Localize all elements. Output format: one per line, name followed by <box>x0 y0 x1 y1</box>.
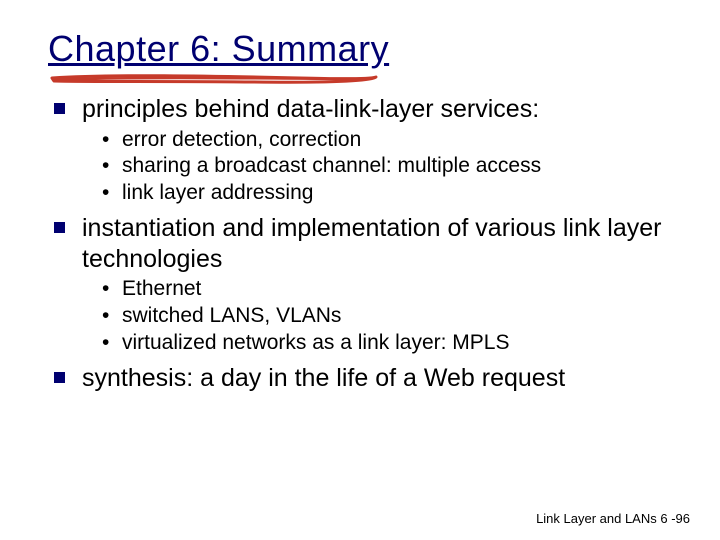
list-item: error detection, correction <box>102 127 672 154</box>
sub-list: error detection, correction sharing a br… <box>82 127 672 208</box>
sub-bullet-text: switched LANS, VLANs <box>122 304 341 327</box>
list-item: Ethernet <box>102 276 672 303</box>
bullet-text: principles behind data-link-layer servic… <box>82 95 539 123</box>
sub-bullet-text: link layer addressing <box>122 181 313 204</box>
bullet-list: principles behind data-link-layer servic… <box>48 94 672 393</box>
list-item: virtualized networks as a link layer: MP… <box>102 330 672 357</box>
list-item: instantiation and implementation of vari… <box>48 213 672 357</box>
slide-content: principles behind data-link-layer servic… <box>48 94 672 393</box>
list-item: principles behind data-link-layer servic… <box>48 94 672 207</box>
bullet-text: synthesis: a day in the life of a Web re… <box>82 364 565 392</box>
sub-list: Ethernet switched LANS, VLANs virtualize… <box>82 276 672 357</box>
list-item: sharing a broadcast channel: multiple ac… <box>102 153 672 180</box>
sub-bullet-text: Ethernet <box>122 277 201 300</box>
sub-bullet-text: error detection, correction <box>122 128 361 151</box>
sub-bullet-text: sharing a broadcast channel: multiple ac… <box>122 154 541 177</box>
sub-bullet-text: virtualized networks as a link layer: MP… <box>122 331 510 354</box>
underline-stroke-icon <box>50 72 380 86</box>
bullet-text: instantiation and implementation of vari… <box>82 214 661 273</box>
list-item: link layer addressing <box>102 180 672 207</box>
slide-footer: Link Layer and LANs 6 -96 <box>536 511 690 526</box>
list-item: switched LANS, VLANs <box>102 303 672 330</box>
list-item: synthesis: a day in the life of a Web re… <box>48 363 672 394</box>
slide-title: Chapter 6: Summary <box>48 28 672 70</box>
